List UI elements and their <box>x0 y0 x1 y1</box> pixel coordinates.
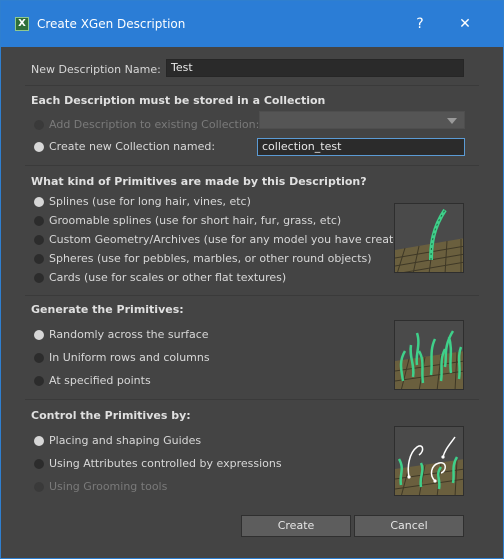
divider <box>25 295 479 296</box>
create-button[interactable]: Create <box>241 515 351 537</box>
existing-collection-dropdown[interactable] <box>259 111 465 129</box>
divider <box>25 399 479 400</box>
generate-option-radio[interactable] <box>34 330 44 340</box>
dialog-body: New Description Name: Test Each Descript… <box>1 47 503 558</box>
help-button[interactable]: ? <box>407 13 433 35</box>
control-option-radio[interactable] <box>34 459 44 469</box>
xgen-app-icon: X <box>15 17 29 31</box>
primitive-option-label: Cards (use for scales or other flat text… <box>49 271 287 284</box>
primitive-option-label: Splines (use for long hair, vines, etc) <box>49 195 251 208</box>
generate-heading: Generate the Primitives: <box>31 303 184 316</box>
cancel-button[interactable]: Cancel <box>354 515 464 537</box>
splines-preview-image <box>394 203 464 273</box>
control-option-label: Placing and shaping Guides <box>49 434 202 447</box>
new-collection-label: Create new Collection named: <box>49 140 216 153</box>
generate-option-radio[interactable] <box>34 353 44 363</box>
control-option-label: Using Attributes controlled by expressio… <box>49 457 282 470</box>
create-xgen-description-dialog: X Create XGen Description ? ✕ New Descri… <box>0 0 504 559</box>
random-distribution-preview-image <box>394 320 464 390</box>
control-option-radio[interactable] <box>34 482 44 492</box>
primitives-heading: What kind of Primitives are made by this… <box>31 175 367 188</box>
description-name-input[interactable]: Test <box>166 59 464 77</box>
generate-option-label: In Uniform rows and columns <box>49 351 210 364</box>
collection-heading: Each Description must be stored in a Col… <box>31 94 326 107</box>
guides-preview-image <box>394 426 464 496</box>
generate-option-label: Randomly across the surface <box>49 328 209 341</box>
existing-collection-label: Add Description to existing Collection: <box>49 118 260 131</box>
primitive-option-radio[interactable] <box>34 216 44 226</box>
description-name-label: New Description Name: <box>31 63 161 76</box>
close-button[interactable]: ✕ <box>452 13 478 35</box>
new-collection-input[interactable]: collection_test <box>257 138 465 156</box>
new-collection-radio[interactable] <box>34 142 44 152</box>
control-option-radio[interactable] <box>34 436 44 446</box>
primitive-option-radio[interactable] <box>34 235 44 245</box>
primitive-option-radio[interactable] <box>34 197 44 207</box>
primitive-option-radio[interactable] <box>34 254 44 264</box>
window-title: Create XGen Description <box>37 17 186 31</box>
divider <box>25 165 479 166</box>
generate-option-radio[interactable] <box>34 376 44 386</box>
primitive-option-radio[interactable] <box>34 273 44 283</box>
primitive-option-label: Spheres (use for pebbles, marbles, or ot… <box>49 252 372 265</box>
generate-option-label: At specified points <box>49 374 151 387</box>
divider <box>25 85 479 86</box>
control-heading: Control the Primitives by: <box>31 409 191 422</box>
control-option-label: Using Grooming tools <box>49 480 168 493</box>
existing-collection-radio[interactable] <box>34 120 44 130</box>
title-bar: X Create XGen Description ? ✕ <box>1 1 503 47</box>
chevron-down-icon <box>447 118 457 124</box>
primitive-option-label: Groomable splines (use for short hair, f… <box>49 214 342 227</box>
primitive-option-label: Custom Geometry/Archives (use for any mo… <box>49 233 412 246</box>
